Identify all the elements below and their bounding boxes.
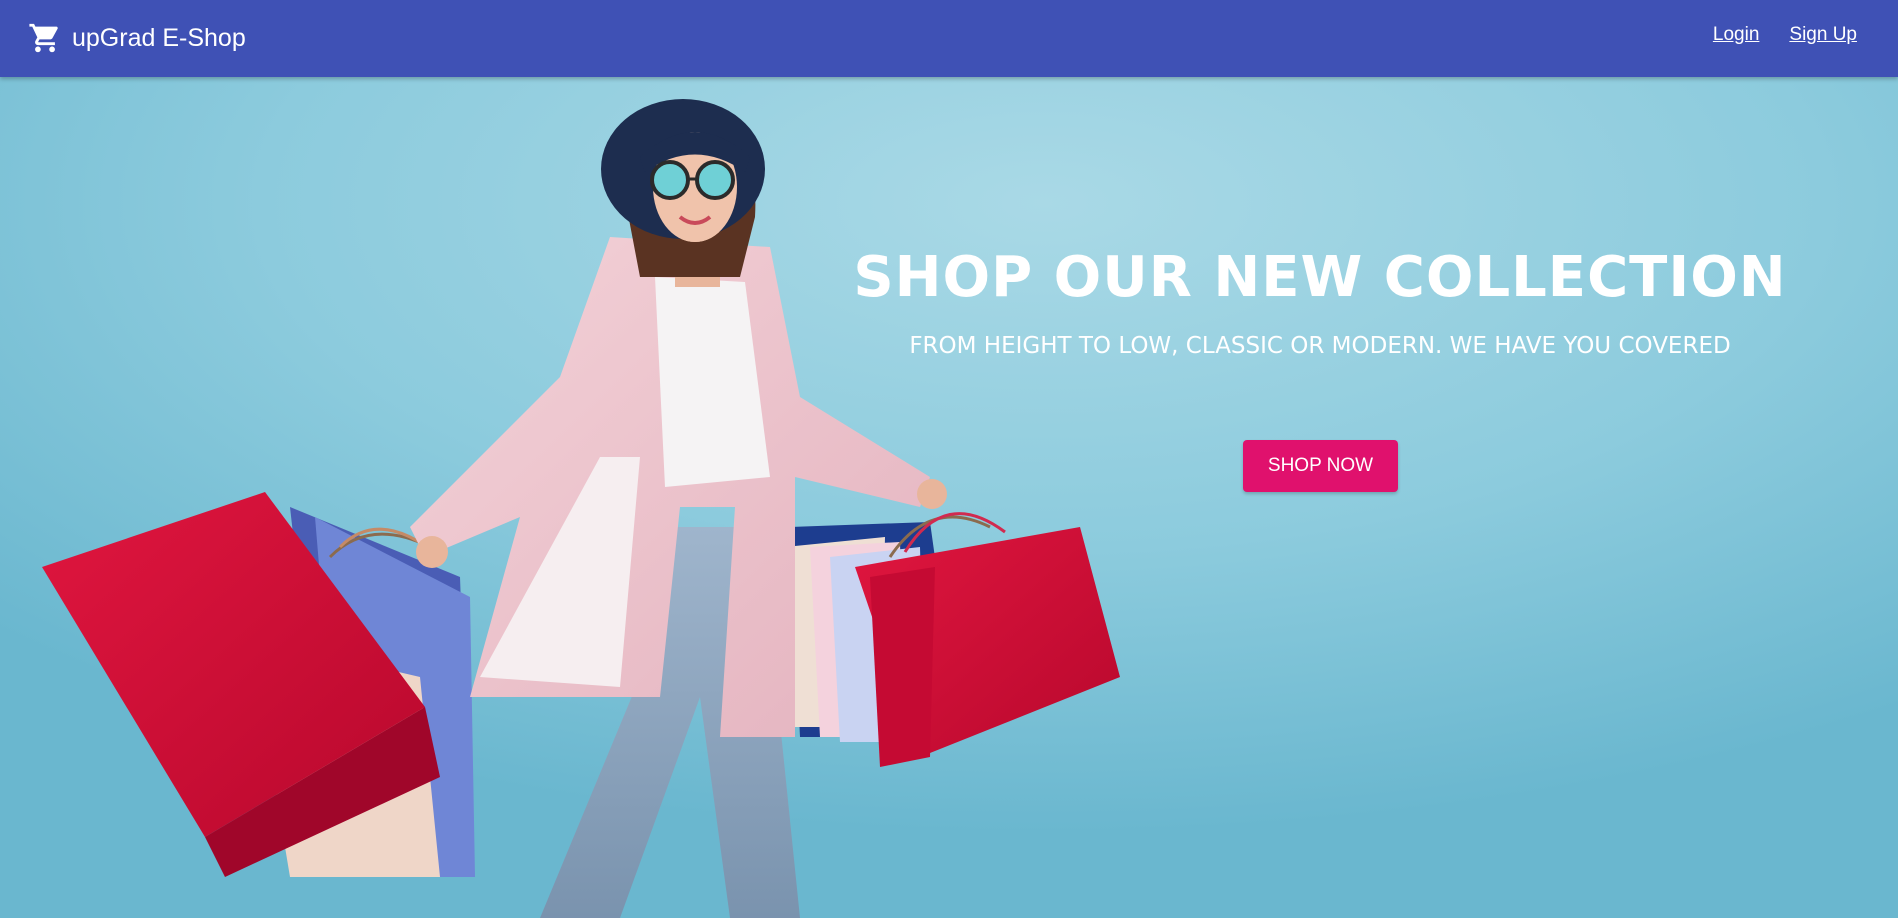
shopping-cart-icon [28,21,62,55]
hero-banner: SHOP OUR NEW COLLECTION FROM HEIGHT TO L… [0,77,1898,918]
brand[interactable]: upGrad E-Shop [28,18,246,58]
hero-subtitle: FROM HEIGHT TO LOW, CLASSIC OR MODERN. W… [909,333,1731,359]
shop-now-button[interactable]: SHOP NOW [1243,440,1398,492]
app-title: upGrad E-Shop [72,23,246,52]
hero-title: SHOP OUR NEW COLLECTION [853,244,1787,310]
app-bar: upGrad E-Shop Login Sign Up [0,0,1898,77]
login-link[interactable]: Login [1713,24,1760,46]
signup-link[interactable]: Sign Up [1789,24,1857,46]
hero-image [0,77,1898,918]
home-page: upGrad E-Shop Login Sign Up SHOP OUR NEW… [0,0,1898,918]
auth-links: Login Sign Up [1713,24,1857,46]
